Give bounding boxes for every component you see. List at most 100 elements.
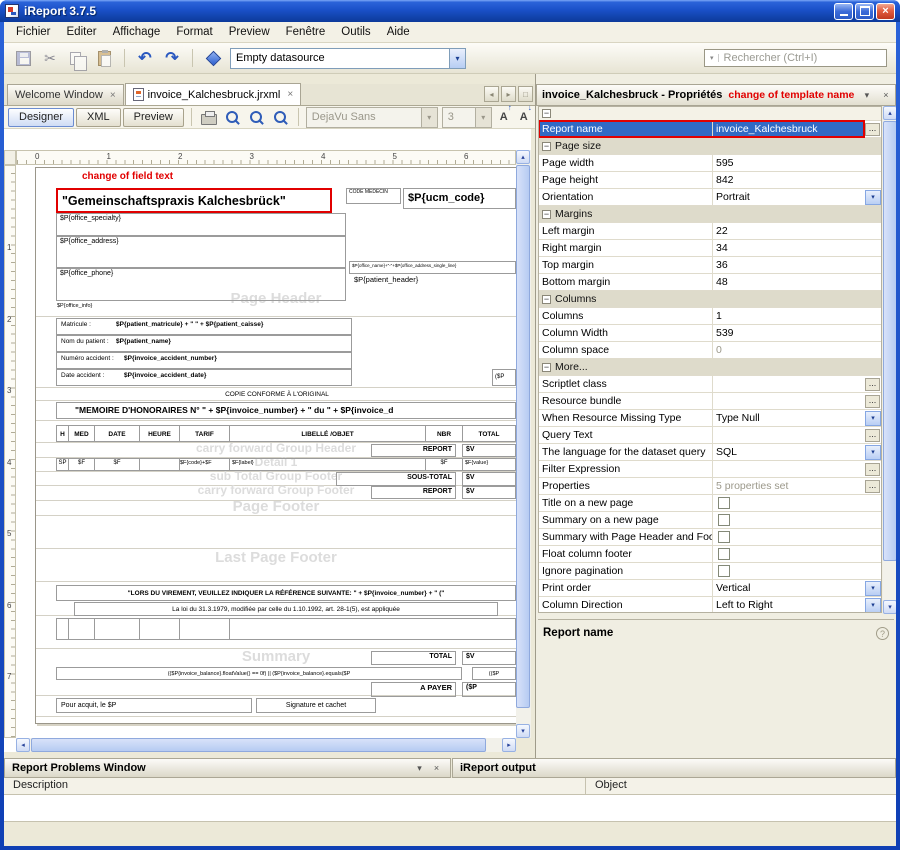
field-office-single-line[interactable]: $P{office_name}+"-"+$P{office_address_si… <box>349 261 516 274</box>
menu-aide[interactable]: Aide <box>379 24 418 40</box>
value-accident-date[interactable]: $P{invoice_accident_date} <box>124 371 350 383</box>
print-preview-icon[interactable] <box>199 107 219 127</box>
field-report1-value[interactable]: $V <box>462 444 516 457</box>
shade-panel-icon[interactable]: ▾ <box>860 89 873 102</box>
tab-close-icon[interactable]: × <box>110 90 116 101</box>
prop-row-columns[interactable]: Columns1 <box>539 308 881 325</box>
dropdown-arrow-icon[interactable]: ▾ <box>865 581 881 596</box>
search-input[interactable]: ▾ Rechercher (Ctrl+I) <box>704 49 887 67</box>
view-button-designer[interactable]: Designer <box>8 108 74 127</box>
field-patient-header[interactable]: $P{patient_header} <box>352 275 516 290</box>
prop-row-when-resource-missing-type[interactable]: When Resource Missing TypeType Null▾ <box>539 410 881 427</box>
collapse-icon[interactable]: − <box>542 295 551 304</box>
scroll-tabs-left-icon[interactable]: ◂ <box>484 86 499 102</box>
scroll-tabs-right-icon[interactable]: ▸ <box>501 86 516 102</box>
prop-row-right-margin[interactable]: Right margin34 <box>539 240 881 257</box>
field-soustotal-label[interactable]: SOUS-TOTAL <box>336 472 456 486</box>
ellipsis-button[interactable]: ... <box>865 395 880 408</box>
redo-icon[interactable]: ↷ <box>162 48 182 68</box>
field-signature[interactable]: Signature et cachet <box>256 698 376 713</box>
field-a-payer-value[interactable]: ($P <box>462 682 516 697</box>
increase-font-icon[interactable]: A <box>496 107 512 127</box>
value-matricule[interactable]: $P{patient_matricule} + " " + $P{patient… <box>116 320 352 332</box>
prop-row-the-language-for-the-dataset-query[interactable]: The language for the dataset querySQL▾ <box>539 444 881 461</box>
column-header-description[interactable]: Description <box>4 778 586 794</box>
col-header-med[interactable]: MED <box>68 425 95 442</box>
dropdown-arrow-icon[interactable]: ▾ <box>865 598 881 613</box>
chevron-down-icon[interactable]: ▾ <box>449 49 465 68</box>
canvas-horizontal-scrollbar[interactable]: ◂ ▸ <box>16 738 516 752</box>
scroll-right-icon[interactable]: ▸ <box>502 738 516 752</box>
field-memoire-honoraires[interactable]: "MEMOIRE D'HONORAIRES N° " + $P{invoice_… <box>56 402 516 419</box>
empty-cell-3[interactable] <box>94 618 140 640</box>
tab-welcome-window[interactable]: Welcome Window× <box>7 84 124 105</box>
value-accident-number[interactable]: $P{invoice_accident_number} <box>124 354 350 366</box>
font-family-select[interactable]: DejaVu Sans ▾ <box>306 107 438 128</box>
close-panel-icon[interactable]: × <box>430 762 443 775</box>
prop-row-title-on-a-new-page[interactable]: Title on a new page <box>539 495 881 512</box>
prop-row-column-direction[interactable]: Column DirectionLeft to Right▾ <box>539 597 881 613</box>
field-total-label[interactable]: TOTAL <box>371 651 456 665</box>
checkbox-float-column-footer[interactable] <box>718 548 730 560</box>
prop-section-more[interactable]: −More... <box>539 359 881 376</box>
field-la-loi[interactable]: La loi du 31.3.1979, modifiée par celle … <box>74 602 498 616</box>
close-button[interactable]: × <box>876 3 895 20</box>
zoom-reset-icon[interactable] <box>271 107 291 127</box>
ellipsis-button[interactable]: ... <box>865 429 880 442</box>
field-report2-label[interactable]: REPORT <box>371 486 456 499</box>
copy-icon[interactable] <box>67 48 87 68</box>
field-a-payer-label[interactable]: A PAYER <box>371 682 456 697</box>
tab-invoice-kalchesbruck-jrxml[interactable]: invoice_Kalchesbruck.jrxml× <box>125 83 302 105</box>
shade-panel-icon[interactable]: ▾ <box>413 762 426 775</box>
field-soustotal-value[interactable]: $V <box>462 472 516 486</box>
ireport-output-panel-header[interactable]: iReport output <box>452 758 896 778</box>
prop-row-print-order[interactable]: Print orderVertical▾ <box>539 580 881 597</box>
report-problems-panel-header[interactable]: Report Problems Window ▾ × <box>4 758 451 778</box>
prop-row-summary-with-page-header-and-foo[interactable]: Summary with Page Header and Foo <box>539 529 881 546</box>
field-report1-label[interactable]: REPORT <box>371 444 456 457</box>
label-patient-name[interactable]: Nom du patient : <box>61 337 119 349</box>
col-header-date[interactable]: DATE <box>94 425 140 442</box>
decrease-font-icon[interactable]: A <box>516 107 532 127</box>
field-balance-expr[interactable]: (($P{invoice_balance}.floatValue() == 0f… <box>56 667 462 680</box>
prop-row-orientation[interactable]: OrientationPortrait▾ <box>539 189 881 206</box>
canvas-vertical-scrollbar[interactable]: ▴ ▾ <box>516 150 531 738</box>
zoom-out-icon[interactable] <box>247 107 267 127</box>
scroll-up-icon[interactable]: ▴ <box>883 106 896 120</box>
dropdown-arrow-icon[interactable]: ▾ <box>865 190 881 205</box>
scroll-down-icon[interactable]: ▾ <box>516 724 530 738</box>
menu-editer[interactable]: Editer <box>59 24 105 40</box>
checkbox-summary-on-a-new-page[interactable] <box>718 514 730 526</box>
view-button-preview[interactable]: Preview <box>123 108 184 127</box>
paste-icon[interactable] <box>94 48 114 68</box>
prop-row-filter-expression[interactable]: Filter Expression... <box>539 461 881 478</box>
zoom-in-icon[interactable] <box>223 107 243 127</box>
col-header-nbr[interactable]: NBR <box>425 425 463 442</box>
field-copie-conforme[interactable]: COPIE CONFORME À L'ORIGINAL <box>177 390 377 401</box>
prop-row-report-name[interactable]: Report nameinvoice_Kalchesbruck... <box>539 121 881 138</box>
detail-cell-med[interactable]: $F <box>68 458 95 471</box>
prop-row-column-width[interactable]: Column Width539 <box>539 325 881 342</box>
detail-cell-tarif[interactable]: $F{code}+$F <box>179 458 230 471</box>
prop-row-resource-bundle[interactable]: Resource bundle... <box>539 393 881 410</box>
field-practice-name[interactable]: "Gemeinschaftspraxis Kalchesbrück" <box>56 188 332 213</box>
checkbox-title-on-a-new-page[interactable] <box>718 497 730 509</box>
value-patient-name[interactable]: $P{patient_name} <box>116 337 346 349</box>
field-office-info[interactable]: $P{office_info} <box>57 302 177 313</box>
scroll-up-icon[interactable]: ▴ <box>516 150 530 164</box>
scrollbar-thumb[interactable] <box>516 165 530 708</box>
collapse-icon[interactable]: − <box>542 109 551 118</box>
menu-affichage[interactable]: Affichage <box>105 24 169 40</box>
canvas-viewport[interactable]: Page Headercarry forward Group HeaderDet… <box>16 165 516 738</box>
prop-row-column-space[interactable]: Column space0 <box>539 342 881 359</box>
empty-cell-5[interactable] <box>179 618 230 640</box>
ellipsis-button[interactable]: ... <box>865 480 880 493</box>
maximize-button[interactable] <box>855 3 874 20</box>
undo-icon[interactable]: ↶ <box>135 48 155 68</box>
menu-preview[interactable]: Preview <box>221 24 278 40</box>
cut-icon[interactable]: ✂ <box>40 48 60 68</box>
detail-cell-nbr[interactable]: $F <box>425 458 463 471</box>
label-accident-number[interactable]: Numéro accident : <box>61 354 123 366</box>
field-pour-acquit[interactable]: Pour acquit, le $P <box>56 698 252 713</box>
prop-row-properties[interactable]: Properties5 properties set... <box>539 478 881 495</box>
